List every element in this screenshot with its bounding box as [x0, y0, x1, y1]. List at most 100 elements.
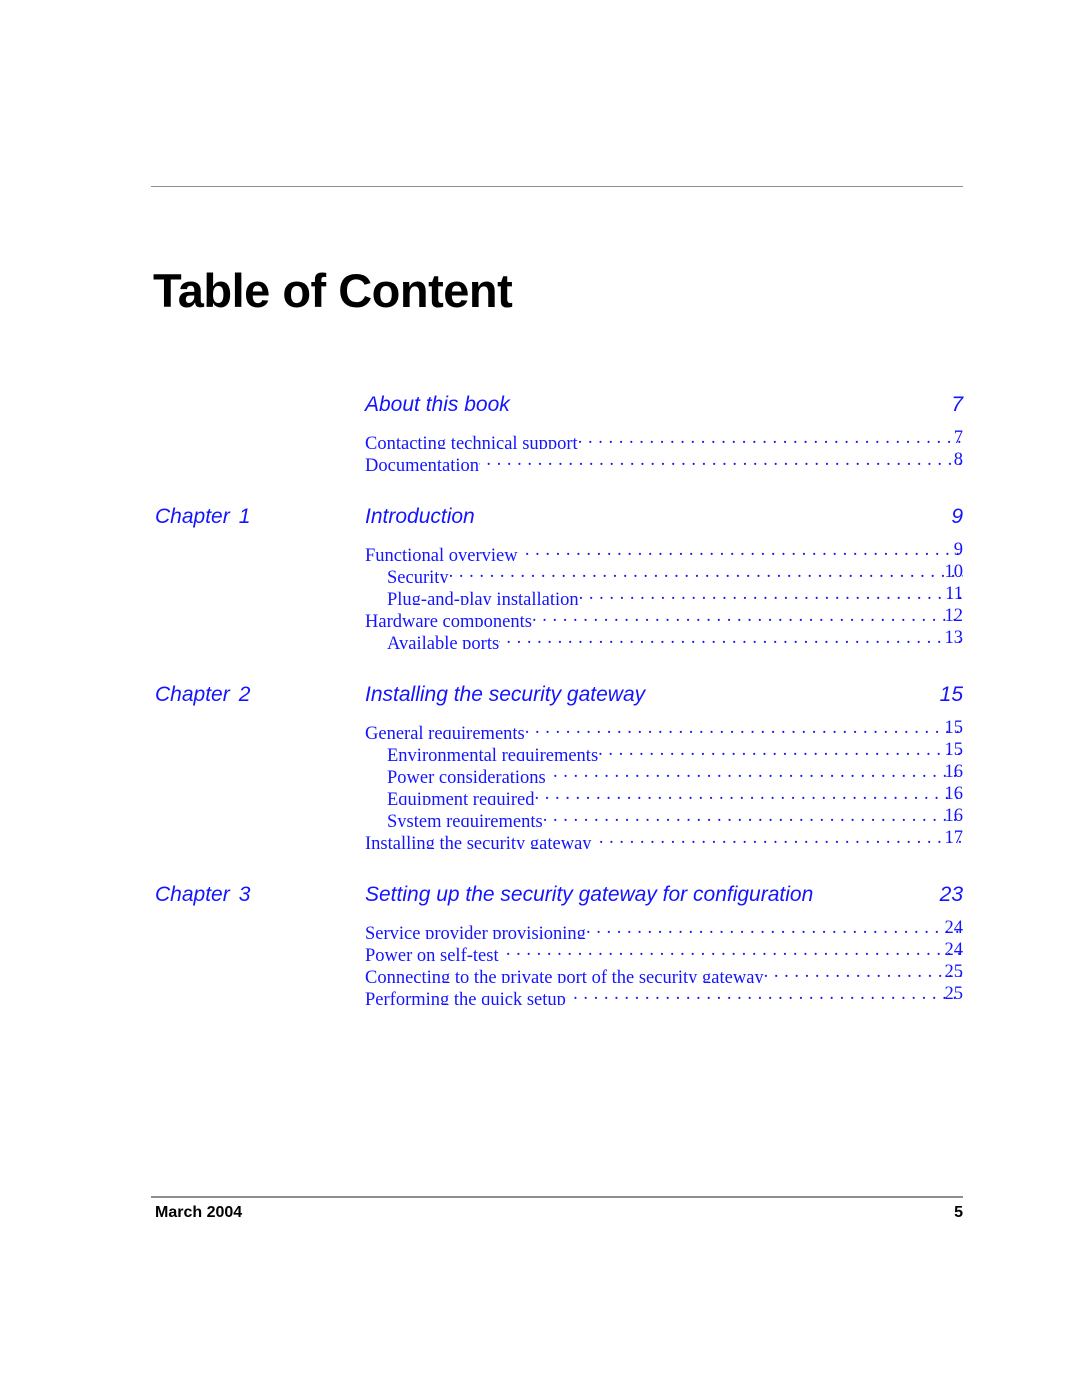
- toc-entry-inner: Plug-and-play installation: [387, 583, 963, 605]
- toc-section-page-number[interactable]: 9: [905, 504, 963, 529]
- toc-entry-page-number[interactable]: 11: [905, 583, 963, 605]
- toc-entry[interactable]: Hardware components 12: [0, 605, 1080, 627]
- toc-entry-inner: Contacting technical support: [365, 427, 963, 449]
- toc-entry-page-number[interactable]: 15: [905, 739, 964, 761]
- toc-entry-inner: Security: [387, 561, 963, 583]
- toc-entry-inner: Functional overview: [365, 539, 963, 561]
- toc-entry-page-number[interactable]: 24: [905, 939, 964, 961]
- toc-entry-inner: Power on self-test: [365, 939, 963, 961]
- toc-entry-label: General requirements: [365, 724, 525, 739]
- footer-page-number: 5: [954, 1204, 963, 1221]
- toc-entry-label: Plug-and-play installation: [387, 590, 579, 605]
- toc-section-heading: Chapter 3 Setting up the security gateway …: [0, 882, 1080, 915]
- toc-entry-inner: Power considerations: [387, 761, 963, 783]
- toc-entry-inner: Performing the quick setup: [365, 983, 963, 1005]
- chapter-word: Chapter: [155, 505, 230, 528]
- dot-leader: [543, 805, 963, 827]
- toc-section-heading: Chapter 1 Introduction 9: [0, 504, 1080, 537]
- toc-section: About this book 7 Contacting technical sup…: [0, 392, 1080, 471]
- toc-section: Chapter 3 Setting up the security gateway …: [0, 882, 1080, 1005]
- toc-entry-label: Power considerations: [387, 768, 546, 783]
- toc-entry[interactable]: Available ports 13: [0, 627, 1080, 649]
- toc-entry-label: Environmental requirements: [387, 746, 599, 761]
- toc-entry-label: Hardware components: [365, 612, 532, 627]
- toc-entry-label: Connecting to the private port of the se…: [365, 968, 764, 983]
- toc-entry-inner: Documentation: [365, 449, 963, 471]
- chapter-label: [155, 392, 355, 417]
- chapter-number: 2: [238, 683, 251, 706]
- toc-entry[interactable]: Power considerations 16: [0, 761, 1080, 783]
- dot-leader: [499, 939, 963, 961]
- chapter-word: Chapter: [155, 883, 230, 906]
- chapter-label: Chapter 1: [155, 504, 355, 529]
- toc-entry-page-number[interactable]: 25: [905, 983, 964, 1005]
- toc-section-page-number[interactable]: 23: [905, 882, 963, 907]
- toc-entry-list: Functional overview9Security10Plug-and-p…: [0, 539, 1080, 649]
- toc-section-page-number[interactable]: 15: [905, 682, 963, 707]
- toc-entry[interactable]: Performing the quick setup 25: [0, 983, 1080, 1005]
- toc-section: Chapter 2 Installing the security gateway 1…: [0, 682, 1080, 849]
- toc-entry[interactable]: Contacting technical support 7: [0, 427, 1080, 449]
- chapter-label: Chapter 2: [155, 682, 355, 707]
- toc-section: Chapter 1 Introduction 9 Functional overview…: [0, 504, 1080, 649]
- toc-entry-page-number[interactable]: 10: [905, 561, 964, 583]
- toc-entry-inner: Hardware components: [365, 605, 963, 627]
- toc-entry-page-number[interactable]: 15: [905, 717, 964, 739]
- toc-entry-inner: System requirements: [387, 805, 963, 827]
- toc-section-heading: About this book 7: [0, 392, 1080, 425]
- toc-entry-list: Service provider provisioning24Power on …: [0, 917, 1080, 1005]
- toc-entry[interactable]: Service provider provisioning 24: [0, 917, 1080, 939]
- toc-entry-label: Service provider provisioning: [365, 924, 586, 939]
- toc-entry[interactable]: Documentation 8: [0, 449, 1080, 471]
- table-of-contents: About this book 7 Contacting technical sup…: [0, 392, 1080, 1005]
- toc-entry-label: Functional overview: [365, 546, 518, 561]
- toc-entry-label: Power on self-test: [365, 946, 499, 961]
- dot-leader: [546, 761, 963, 783]
- toc-entry-page-number[interactable]: 12: [905, 605, 964, 627]
- toc-entry-inner: Service provider provisioning: [365, 917, 963, 939]
- toc-entry[interactable]: System requirements 16: [0, 805, 1080, 827]
- toc-entry-label: Contacting technical support: [365, 434, 578, 449]
- toc-entry-page-number[interactable]: 9: [905, 539, 963, 561]
- dot-leader: [525, 717, 963, 739]
- toc-entry[interactable]: General requirements 15: [0, 717, 1080, 739]
- dot-leader: [449, 561, 963, 583]
- toc-entry-inner: Environmental requirements: [387, 739, 963, 761]
- chapter-word: Chapter: [155, 683, 230, 706]
- toc-entry-page-number[interactable]: 25: [905, 961, 964, 983]
- toc-section-title[interactable]: Installing the security gateway: [365, 682, 645, 707]
- toc-entry[interactable]: Connecting to the private port of the se…: [0, 961, 1080, 983]
- toc-entry[interactable]: Equipment required 16: [0, 783, 1080, 805]
- toc-entry-page-number[interactable]: 8: [905, 449, 963, 471]
- toc-section-page-number[interactable]: 7: [905, 392, 963, 417]
- toc-entry-page-number[interactable]: 17: [905, 827, 964, 849]
- document-page: Table of Content About this book 7 Contact…: [0, 0, 1080, 1397]
- toc-entry[interactable]: Installing the security gateway 17: [0, 827, 1080, 849]
- toc-entry-label: Installing the security gateway: [365, 834, 592, 849]
- chapter-number: 1: [238, 505, 251, 528]
- dot-leader: [566, 983, 963, 1005]
- toc-entry[interactable]: Environmental requirements 15: [0, 739, 1080, 761]
- toc-entry-page-number[interactable]: 16: [905, 761, 964, 783]
- toc-section-title[interactable]: About this book: [365, 392, 510, 417]
- toc-section-title[interactable]: Setting up the security gateway for conf…: [365, 882, 813, 907]
- toc-section-title[interactable]: Introduction: [365, 504, 475, 529]
- toc-entry-list: General requirements15Environmental requ…: [0, 717, 1080, 849]
- toc-entry-label: Available ports: [387, 634, 500, 649]
- toc-entry[interactable]: Functional overview 9: [0, 539, 1080, 561]
- chapter-label: Chapter 3: [155, 882, 355, 907]
- page-title: Table of Content: [153, 264, 513, 318]
- toc-entry-page-number[interactable]: 13: [905, 627, 964, 649]
- toc-entry-page-number[interactable]: 7: [905, 427, 963, 449]
- toc-entry-inner: Equipment required: [387, 783, 963, 805]
- toc-entry[interactable]: Security 10: [0, 561, 1080, 583]
- dot-leader: [499, 627, 963, 649]
- toc-entry-label: Performing the quick setup: [365, 990, 566, 1005]
- toc-entry-page-number[interactable]: 16: [905, 805, 964, 827]
- toc-entry[interactable]: Plug-and-play installation 11: [0, 583, 1080, 605]
- toc-entry[interactable]: Power on self-test 24: [0, 939, 1080, 961]
- toc-entry-label: System requirements: [387, 812, 543, 827]
- toc-entry-page-number[interactable]: 24: [905, 917, 964, 939]
- toc-entry-page-number[interactable]: 16: [905, 783, 964, 805]
- toc-entry-label: Equipment required: [387, 790, 535, 805]
